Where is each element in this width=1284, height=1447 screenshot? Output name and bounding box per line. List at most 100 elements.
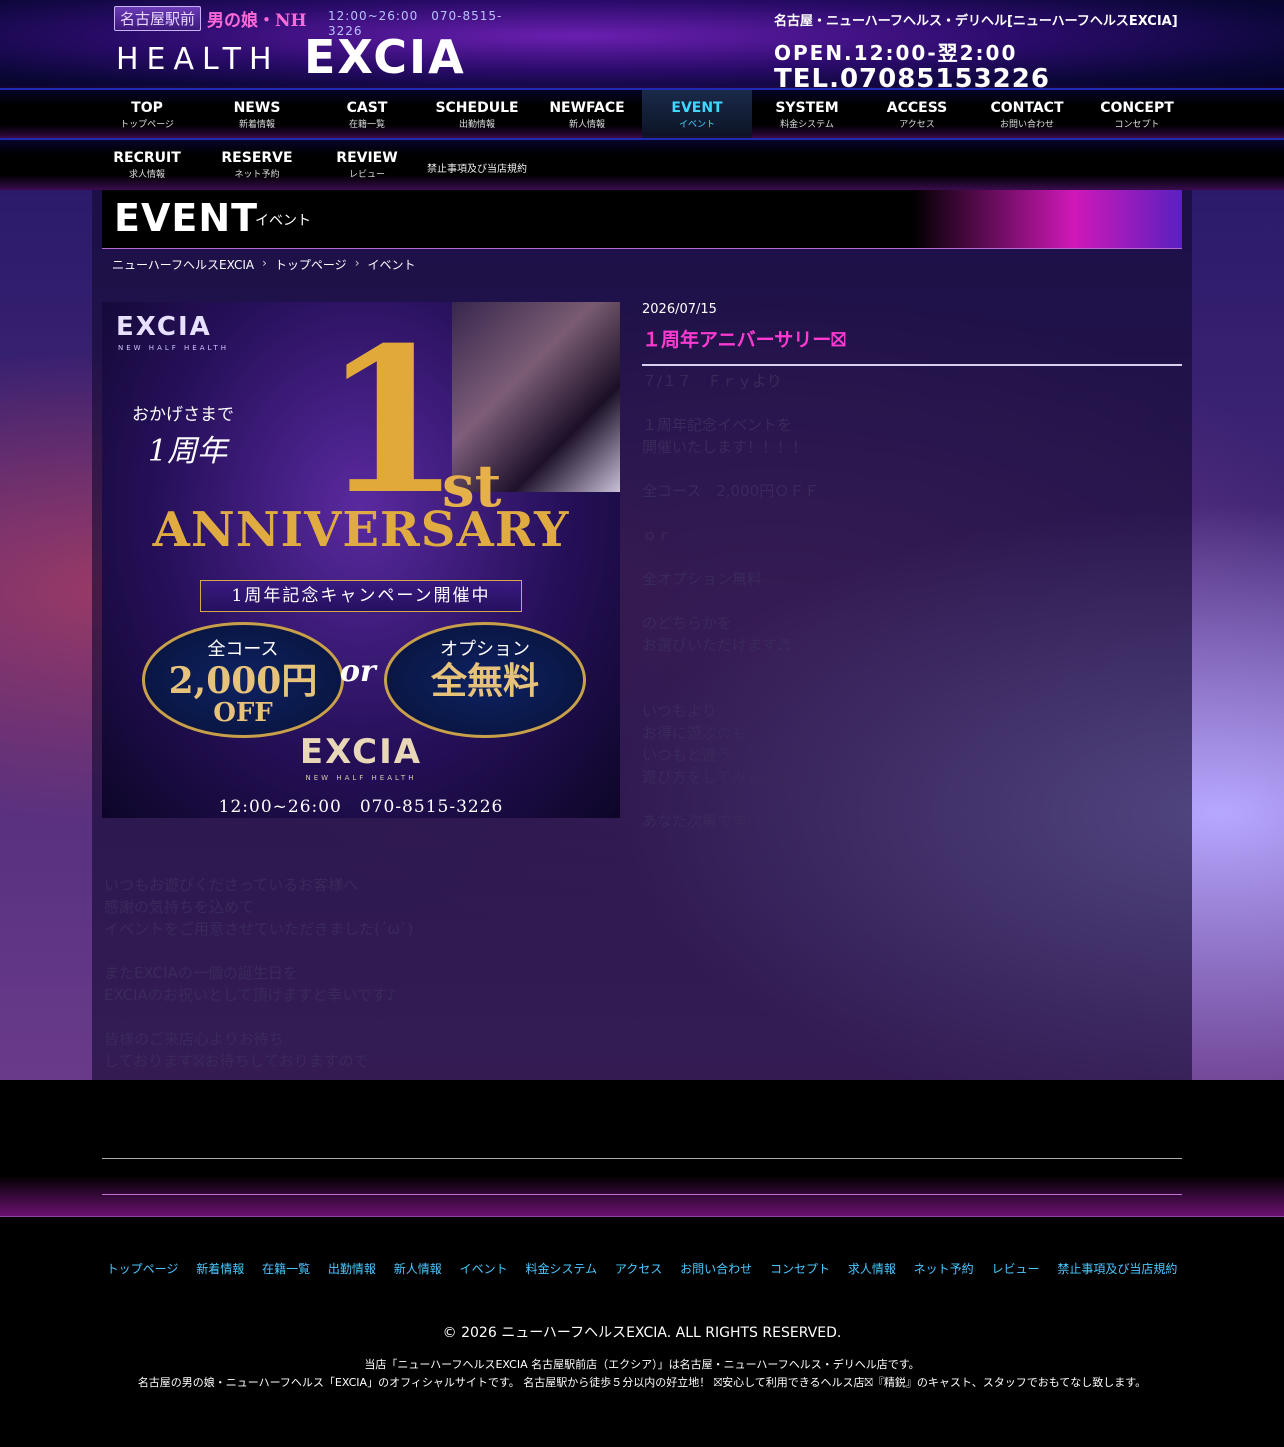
footer-nav: トップページ 新着情報 在籍一覧 出勤情報 新人情報 イベント 料金システム ア… <box>0 1260 1284 1277</box>
logo-genre: 男の娘・NH <box>207 10 307 31</box>
logo-brand-text: EXCIA <box>304 30 466 84</box>
nav-sublabel: 新着情報 <box>238 120 275 130</box>
offer-label: オプション <box>440 639 530 660</box>
site-header: 名古屋駅前 男の娘・NH 12:00~26:00 070-8515-3226 H… <box>0 0 1284 94</box>
breadcrumb-separator: › <box>262 256 267 270</box>
breadcrumb-item-current: イベント <box>367 258 416 272</box>
logo-health-text: HEALTH <box>116 42 280 77</box>
footer-band <box>0 1080 1284 1217</box>
banner-offer-options: オプション 全無料 <box>384 622 586 738</box>
nav-sublabel: ネット予約 <box>234 170 280 180</box>
offer-value: 全無料 <box>430 660 539 702</box>
breadcrumb-item[interactable]: ニューハーフヘルスEXCIA <box>112 256 254 273</box>
nav-concept[interactable]: CONCEPT コンセプト <box>1082 90 1192 140</box>
banner-hours-phone: 12:00~26:00 070-8515-3226 <box>218 797 504 817</box>
footer-link-schedule[interactable]: 出勤情報 <box>328 1262 376 1276</box>
banner-anniversary-en: ANNIVERSARY <box>152 502 570 558</box>
nav-sublabel: トップページ <box>120 120 174 130</box>
banner-anniversary-jp: 1周年 <box>148 434 228 469</box>
nav-label: EVENT <box>671 100 723 116</box>
nav-review[interactable]: REVIEW レビュー <box>312 140 422 190</box>
footer-link-event[interactable]: イベント <box>460 1262 508 1276</box>
nav-label: ACCESS <box>886 100 948 116</box>
nav-sublabel: コンセプト <box>1114 120 1160 130</box>
breadcrumb-item[interactable]: トップページ <box>275 256 347 273</box>
footer-link-concept[interactable]: コンセプト <box>770 1262 830 1276</box>
nav-sublabel: イベント <box>678 120 715 130</box>
banner-thanks: おかげさまで <box>132 405 234 425</box>
nav-terms[interactable]: 禁止事項及び当店規約 <box>422 140 532 190</box>
nav-recruit[interactable]: RECRUIT 求人情報 <box>92 140 202 190</box>
footer-link-access[interactable]: アクセス <box>615 1262 662 1276</box>
banner-offer-discount: 全コース 2,000円 OFF <box>142 622 344 738</box>
nav-sublabel: 料金システム <box>780 120 834 130</box>
nav-contact[interactable]: CONTACT お問い合わせ <box>972 90 1082 140</box>
header-info: 名古屋・ニューハーフヘルス・デリヘル[ニューハーフヘルスEXCIA] OPEN.… <box>774 10 1234 94</box>
offer-value: 2,000円 <box>168 660 318 702</box>
post-title: １周年アニバーサリー⛝ <box>642 325 1182 366</box>
footer-link-contact[interactable]: お問い合わせ <box>680 1262 752 1276</box>
breadcrumb: ニューハーフヘルスEXCIA › トップページ › イベント <box>112 256 416 273</box>
page-title: EVENT <box>114 196 259 240</box>
nav-sublabel: 求人情報 <box>128 170 165 180</box>
footer-link-news[interactable]: 新着情報 <box>196 1262 244 1276</box>
banner-brand: EXCIA <box>299 732 423 772</box>
nav-cast[interactable]: CAST 在籍一覧 <box>312 90 422 140</box>
nav-news[interactable]: NEWS 新着情報 <box>202 90 312 140</box>
nav-label: CONCEPT <box>1100 100 1174 116</box>
nav-access[interactable]: ACCESS アクセス <box>862 90 972 140</box>
post-body: ７/１７ Ｆｒｙより １周年記念イベントを 開催いたします！！！！ 全コース 2… <box>642 372 820 830</box>
post-date: 2026/07/15 <box>642 302 717 317</box>
nav-label: RESERVE <box>221 150 293 166</box>
footer-link-top[interactable]: トップページ <box>107 1262 179 1276</box>
breadcrumb-separator: › <box>354 256 360 270</box>
nav-label: CAST <box>346 100 388 116</box>
main-nav-row-2: RECRUIT 求人情報 RESERVE ネット予約 REVIEW レビュー 禁止事項… <box>0 138 1284 190</box>
nav-sublabel: 出勤情報 <box>458 120 495 130</box>
nav-top[interactable]: TOP トップページ <box>92 90 202 140</box>
nav-label: REVIEW <box>336 150 398 166</box>
nav-label: CONTACT <box>990 100 1064 116</box>
banner-brand-sub: NEW HALF HEALTH <box>305 774 417 782</box>
nav-system[interactable]: SYSTEM 料金システム <box>752 90 862 140</box>
offer-suffix: OFF <box>213 698 273 728</box>
logo-location: 名古屋駅前 <box>114 5 202 31</box>
nav-sublabel: アクセス <box>899 120 935 130</box>
logo-top-row: 名古屋駅前 男の娘・NH <box>114 5 307 31</box>
main-content: EVENT イベント ニューハーフヘルスEXCIA › トップページ › イベン… <box>92 190 1192 1080</box>
nav-event[interactable]: EVENT イベント <box>642 90 752 140</box>
nav-label: SYSTEM <box>775 100 839 116</box>
footer-link-terms[interactable]: 禁止事項及び当店規約 <box>1057 1262 1177 1276</box>
footer-link-cast[interactable]: 在籍一覧 <box>262 1262 310 1276</box>
nav-reserve[interactable]: RESERVE ネット予約 <box>202 140 312 190</box>
header-open-hours: OPEN.12:00-翌2:00 <box>774 41 1018 65</box>
footer-link-system[interactable]: 料金システム <box>525 1262 597 1276</box>
post-body-continued: いつもお遊びくださっているお客様へ 感謝の気持ちを込めて イベントをご用意させて… <box>104 876 414 1070</box>
footer-desc-line: 当店「ニューハーフヘルスEXCIA 名古屋駅前店（エクシア）」は名古屋・ニューハ… <box>364 1358 920 1371</box>
event-banner-image: EXCIA NEW HALF HEALTH おかげさまで 1周年 1 st AN… <box>102 302 620 818</box>
nav-label: 禁止事項及び当店規約 <box>427 164 527 175</box>
banner-logo-sub: NEW HALF HEALTH <box>118 344 229 352</box>
footer-desc-line: 名古屋の男の娘・ニューハーフヘルス「EXCIA」のオフィシャルサイトです。 名古… <box>137 1376 1147 1389</box>
footer-description: 当店「ニューハーフヘルスEXCIA 名古屋駅前店（エクシア）」は名古屋・ニューハ… <box>0 1356 1284 1392</box>
site-logo[interactable]: 名古屋駅前 男の娘・NH 12:00~26:00 070-8515-3226 H… <box>114 5 504 84</box>
footer-link-review[interactable]: レビュー <box>992 1262 1040 1276</box>
main-nav-row-1: TOP トップページ NEWS 新着情報 CAST 在籍一覧 SCHEDULE 出勤情報… <box>0 88 1284 140</box>
footer-link-recruit[interactable]: 求人情報 <box>848 1262 896 1276</box>
nav-sublabel: レビュー <box>348 170 385 180</box>
copyright: © 2026 ニューハーフヘルスEXCIA. ALL RIGHTS RESERV… <box>442 1325 842 1341</box>
offer-label: 全コース <box>207 639 279 660</box>
banner-big-number: 1 <box>322 304 462 539</box>
nav-label: TOP <box>131 100 163 116</box>
footer-link-reserve[interactable]: ネット予約 <box>914 1262 974 1276</box>
nav-sublabel: 在籍一覧 <box>348 120 385 130</box>
nav-sublabel: お問い合わせ <box>999 120 1054 130</box>
nav-schedule[interactable]: SCHEDULE 出勤情報 <box>422 90 532 140</box>
nav-label: NEWFACE <box>549 100 625 116</box>
header-description: 名古屋・ニューハーフヘルス・デリヘル[ニューハーフヘルスEXCIA] <box>774 14 1178 29</box>
nav-label: RECRUIT <box>113 150 181 166</box>
page-subtitle: イベント <box>255 213 311 229</box>
footer-link-newface[interactable]: 新人情報 <box>394 1262 442 1276</box>
nav-newface[interactable]: NEWFACE 新人情報 <box>532 90 642 140</box>
nav-label: SCHEDULE <box>435 100 519 116</box>
